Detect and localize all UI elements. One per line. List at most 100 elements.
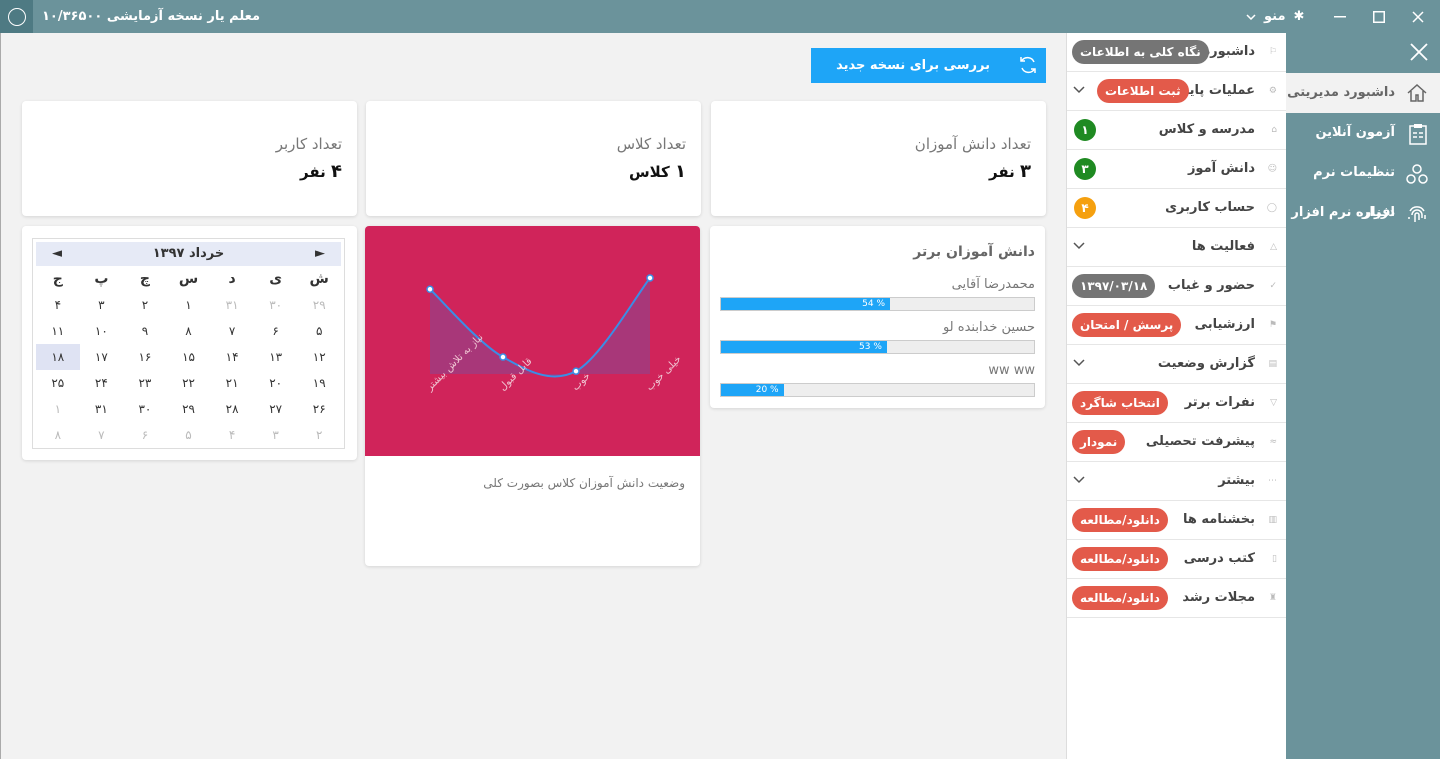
chevron-down-icon[interactable]: [1073, 474, 1085, 487]
app-circle-icon[interactable]: [0, 0, 33, 33]
menu-item-label: عملیات پایه: [1181, 83, 1255, 98]
menu-item-progress[interactable]: ≈ پیشرفت تحصیلی نمودار: [1067, 423, 1287, 462]
calendar-day[interactable]: ۸: [167, 318, 211, 344]
menu-item-icon: ◯: [1266, 203, 1277, 213]
calendar-day[interactable]: ۳۰: [123, 396, 167, 422]
chevron-down-icon[interactable]: [1073, 357, 1085, 370]
menu-item-dashboard[interactable]: ⚐ داشبورد نگاه کلی به اطلاعات: [1067, 33, 1287, 72]
student-name: محمدرضا آقایی: [951, 277, 1035, 292]
calendar-day[interactable]: ۲: [297, 422, 341, 448]
calendar-day[interactable]: ۱۶: [123, 344, 167, 370]
calendar-prev-button[interactable]: ◄: [52, 242, 62, 266]
calendar-day[interactable]: ۹: [123, 318, 167, 344]
menu-item-top-students[interactable]: ▽ نفرات برتر انتخاب شاگرد: [1067, 384, 1287, 423]
menu-item-more[interactable]: ⋯ بیشتر: [1067, 462, 1287, 501]
chevron-down-icon[interactable]: [1073, 240, 1085, 253]
menu-item-status-report[interactable]: ▤ گزارش وضعیت: [1067, 345, 1287, 384]
calendar-day[interactable]: ۲۳: [123, 370, 167, 396]
calendar-day[interactable]: ۲۱: [210, 370, 254, 396]
calendar-day[interactable]: ۱۴: [210, 344, 254, 370]
calendar-day[interactable]: ۳: [80, 292, 124, 318]
title-bar: معلم یار نسخه آزمایشی ۱۰/۳۶۵۰۰ منو ✱: [0, 0, 1440, 33]
calendar-day[interactable]: ۲: [123, 292, 167, 318]
chart-point[interactable]: [499, 353, 507, 361]
calendar-day[interactable]: ۳: [254, 422, 298, 448]
maximize-button[interactable]: [1359, 0, 1399, 33]
calendar-day-selected[interactable]: ۱۸: [36, 344, 80, 370]
menu-item-label: گزارش وضعیت: [1157, 356, 1255, 371]
menu-item-school-class[interactable]: ⌂ مدرسه و کلاس ۱: [1067, 111, 1287, 150]
nav-item-settings[interactable]: تنظیمات نرم افزار: [1286, 153, 1440, 220]
calendar-day[interactable]: ۳۱: [210, 292, 254, 318]
calendar-day[interactable]: ۷: [80, 422, 124, 448]
menu-item-base-operations[interactable]: ⚙ عملیات پایه ثبت اطلاعات: [1067, 72, 1287, 111]
close-button[interactable]: [1398, 0, 1438, 33]
calendar-day[interactable]: ۸: [36, 422, 80, 448]
calendar-day[interactable]: ۲۲: [167, 370, 211, 396]
menu-item-circulars[interactable]: ▥ بخشنامه ها دانلود/مطالعه: [1067, 501, 1287, 540]
calendar-day[interactable]: ۳۱: [80, 396, 124, 422]
menu-item-magazines[interactable]: ♜ مجلات رشد دانلود/مطالعه: [1067, 579, 1287, 618]
menu-item-badge: دانلود/مطالعه: [1072, 547, 1168, 571]
calendar-grid: ش ی د س چ پ ج ۲۹ ۳۰ ۳۱ ۱ ۲ ۳ ۴ ۵ ۶ ۷ ۸ ۹ ۱۰ ۱۱ ۱۲ ۱۳ ۱۴ ۱۵ ۱۶ ۱۷ ۱۸…: [36, 266, 341, 448]
calendar-day[interactable]: ۱۵: [167, 344, 211, 370]
menu-item-activities[interactable]: △ فعالیت ها: [1067, 228, 1287, 267]
calendar-day[interactable]: ۱۹: [297, 370, 341, 396]
chevron-down-icon[interactable]: [1073, 84, 1085, 97]
menu-item-attendance[interactable]: ✓ حضور و غیاب ۱۳۹۷/۰۳/۱۸: [1067, 267, 1287, 306]
calendar-day[interactable]: ۷: [210, 318, 254, 344]
menu-item-badge: نمودار: [1072, 430, 1126, 454]
weekday-header: ش: [309, 271, 329, 287]
nav-item-dashboard[interactable]: داشبورد مدیریتی: [1286, 73, 1440, 113]
menu-item-label: بیشتر: [1218, 473, 1255, 488]
chart-point[interactable]: [426, 285, 434, 293]
calendar-day[interactable]: ۵: [167, 422, 211, 448]
menu-item-evaluation[interactable]: ⚑ ارزشیابی پرسش / امتحان: [1067, 306, 1287, 345]
class-status-chart: نیاز به تلاش بیشتر قابل قبول خوب خیلی خوب: [365, 226, 700, 456]
menu-dropdown[interactable]: منو ✱: [1246, 0, 1304, 33]
calendar-day[interactable]: ۵: [297, 318, 341, 344]
calendar-day[interactable]: ۴: [210, 422, 254, 448]
calendar-day[interactable]: ۲۷: [254, 396, 298, 422]
calendar-day[interactable]: ۲۵: [36, 370, 80, 396]
menu-item-label: بخشنامه ها: [1182, 512, 1255, 527]
calendar-day[interactable]: ۱: [36, 396, 80, 422]
calendar-day[interactable]: ۱۲: [297, 344, 341, 370]
chart-point[interactable]: [572, 367, 580, 375]
calendar-next-button[interactable]: ►: [315, 242, 325, 266]
nav-item-about[interactable]: درباره نرم افزار: [1286, 193, 1440, 233]
chart-point[interactable]: [646, 274, 654, 282]
menu-item-user-account[interactable]: ◯ حساب کاربری ۴: [1067, 189, 1287, 228]
nav-item-online-exam[interactable]: آزمون آنلاین: [1286, 113, 1440, 153]
calendar-day[interactable]: ۲۴: [80, 370, 124, 396]
calendar-day[interactable]: ۲۰: [254, 370, 298, 396]
calendar-day[interactable]: ۶: [254, 318, 298, 344]
calendar-day[interactable]: ۴: [36, 292, 80, 318]
calendar-day[interactable]: ۱۰: [80, 318, 124, 344]
menu-item-student[interactable]: ☺ دانش آموز ۳: [1067, 150, 1287, 189]
student-name: حسین خدابنده لو: [942, 320, 1035, 335]
calendar-day[interactable]: ۲۹: [297, 292, 341, 318]
minimize-button[interactable]: [1320, 0, 1360, 33]
menu-item-label: حضور و غیاب: [1167, 278, 1255, 293]
nav-close-button[interactable]: [1410, 43, 1428, 65]
calendar-day[interactable]: ۱۳: [254, 344, 298, 370]
window-title: معلم یار نسخه آزمایشی ۱۰/۳۶۵۰۰: [42, 9, 261, 24]
calendar-day[interactable]: ۱: [167, 292, 211, 318]
menu-item-badge: نگاه کلی به اطلاعات: [1072, 40, 1209, 64]
calendar-day[interactable]: ۲۶: [297, 396, 341, 422]
menu-item-badge: ۱: [1074, 119, 1096, 141]
calendar-day[interactable]: ۳۰: [254, 292, 298, 318]
check-update-button[interactable]: بررسی برای نسخه جدید: [811, 48, 1046, 83]
menu-item-textbooks[interactable]: ▯ کتب درسی دانلود/مطالعه: [1067, 540, 1287, 579]
calendar-day[interactable]: ۱۷: [80, 344, 124, 370]
stat-card-classes: تعداد کلاس ۱ کلاس: [366, 101, 701, 216]
calendar-day[interactable]: ۲۹: [167, 396, 211, 422]
calendar-day[interactable]: ۶: [123, 422, 167, 448]
calendar-day[interactable]: ۱۱: [36, 318, 80, 344]
stat-value: ۳ نفر: [989, 161, 1031, 182]
menu-item-label: نفرات برتر: [1184, 395, 1255, 410]
calendar-day[interactable]: ۲۸: [210, 396, 254, 422]
menu-item-badge: ۱۳۹۷/۰۳/۱۸: [1072, 274, 1156, 298]
menu-item-badge: ثبت اطلاعات: [1097, 79, 1189, 103]
